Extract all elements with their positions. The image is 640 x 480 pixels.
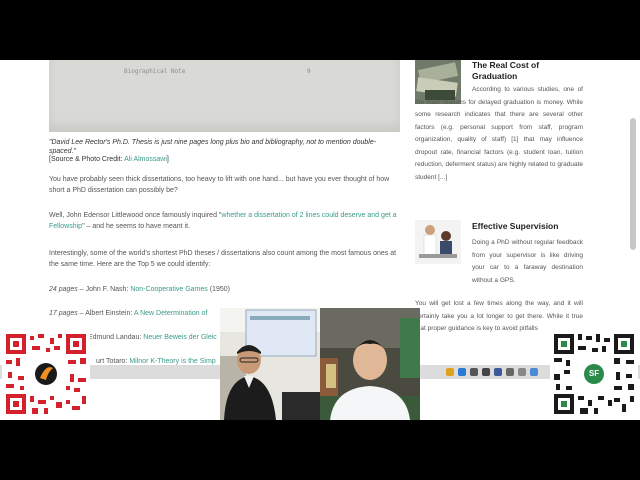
tray-cloud-icon[interactable]: [530, 368, 538, 376]
tray-volume-icon[interactable]: [518, 368, 526, 376]
paragraph-top5: Interestingly, some of the world's short…: [49, 250, 397, 268]
qr-left-pattern: [2, 330, 90, 418]
list-author: – John F. Nash:: [77, 286, 131, 293]
title-line2[interactable]: Graduation: [472, 71, 517, 81]
tray-bluetooth-icon[interactable]: [494, 368, 502, 376]
list-title-link[interactable]: Neuer Beweis der Gleic: [143, 334, 217, 341]
list-pages: 17 pages: [49, 310, 78, 317]
paragraph-littlewood: Well, John Edensor Littlewood once famou…: [49, 210, 399, 232]
supervision-thumbnail[interactable]: [415, 220, 461, 264]
qr-code-left: [2, 330, 90, 418]
list-author: – Albert Einstein:: [77, 310, 134, 317]
sidebar-text-supervision: Doing a PhD without regular feedback fro…: [472, 239, 583, 284]
image-caption: "David Lee Rector's Ph.D. Thesis is just…: [49, 139, 377, 155]
source-prefix: [Source & Photo Credit:: [49, 156, 125, 163]
list-title-link[interactable]: Milnor K-Theory is the Simp: [129, 358, 215, 365]
video-feed-presenter-2: [320, 308, 420, 420]
para2-suffix: " – and he seems to have meant it.: [82, 223, 191, 230]
list-year: (1950): [207, 286, 230, 293]
source-suffix: ]: [166, 156, 169, 163]
sidebar-title-cost[interactable]: The Real Cost of Graduation: [472, 60, 539, 82]
tray-display-icon[interactable]: [470, 368, 478, 376]
list-author: urt Totaro:: [96, 358, 130, 365]
qr-right-logo: SF: [584, 364, 604, 384]
source-link[interactable]: Ali Almossawi: [124, 156, 167, 163]
list-author: Edmund Landau:: [88, 334, 144, 341]
video-feed-presenter-1: [220, 308, 320, 420]
sidebar-text-cost-full: According to various studies, one of the…: [415, 86, 583, 181]
tray-monitor-icon[interactable]: [482, 368, 490, 376]
tray-warning-icon[interactable]: [446, 368, 454, 376]
image-source: [Source & Photo Credit: Ali Almossawi]: [49, 156, 169, 163]
tray-network-icon[interactable]: [506, 368, 514, 376]
scan-row-page: 9: [307, 68, 311, 75]
list-pages: 24 pages: [49, 286, 78, 293]
scan-row-label: Biographical Note: [124, 68, 186, 75]
sidebar-title-supervision[interactable]: Effective Supervision: [472, 221, 558, 232]
list-title-link[interactable]: A New Determination of: [134, 310, 208, 317]
list-item: 24 pages – John F. Nash: Non-Cooperative…: [49, 284, 399, 295]
para2-prefix: Well, John Edensor Littlewood once famou…: [49, 212, 222, 219]
page-scrollbar[interactable]: [630, 118, 636, 250]
tray-app-icon[interactable]: [458, 368, 466, 376]
paragraph-intro: You have probably seen thick dissertatio…: [49, 176, 390, 194]
title-line1[interactable]: The Real Cost of: [472, 60, 539, 70]
qr-code-right: SF: [550, 330, 638, 418]
list-title-link[interactable]: Non-Cooperative Games: [130, 286, 207, 293]
thesis-scan-image: Biographical Note 9: [49, 60, 400, 132]
